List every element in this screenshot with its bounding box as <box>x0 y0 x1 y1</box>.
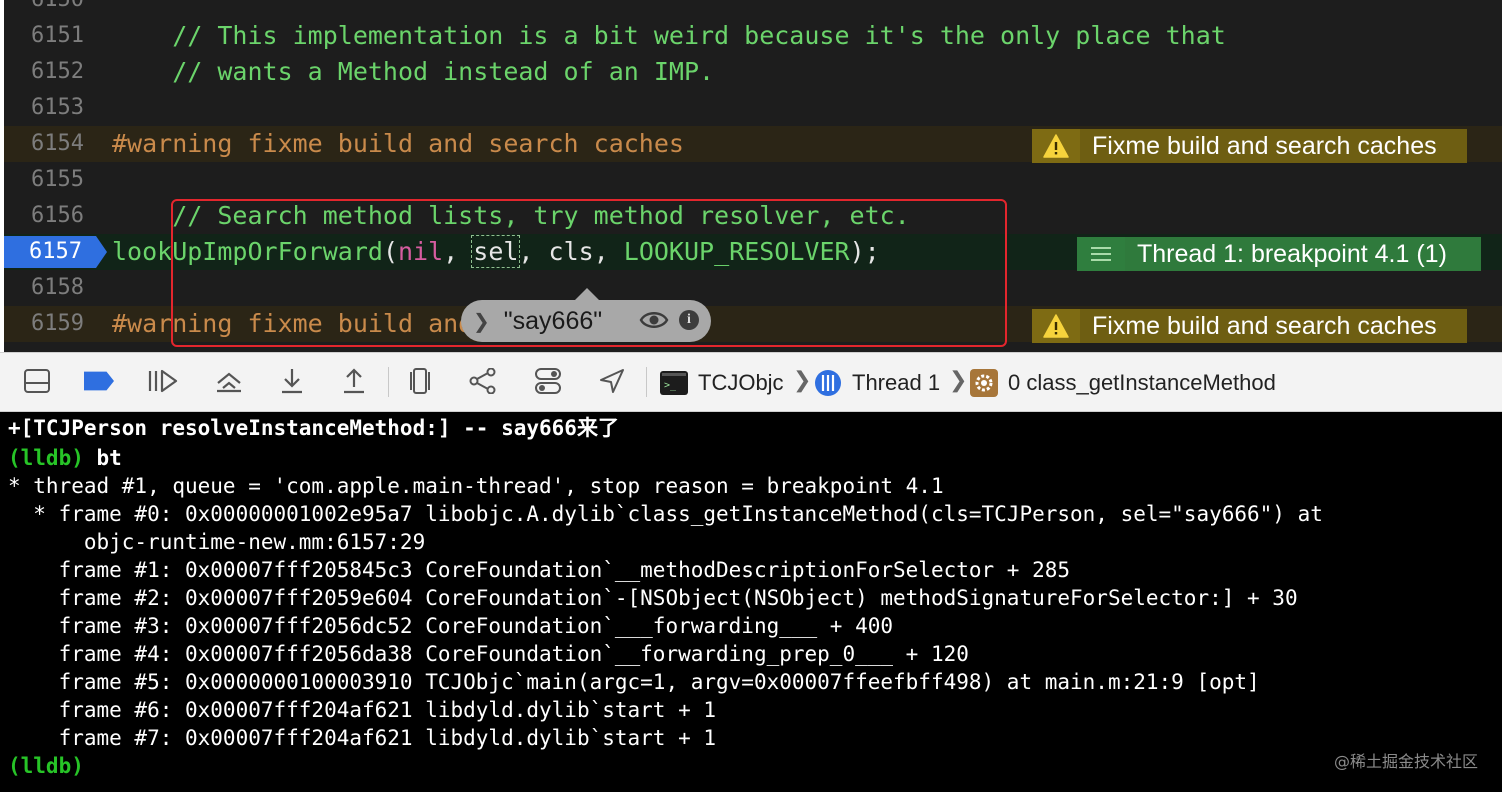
line-number: 6152 <box>31 59 84 84</box>
warning-icon <box>1032 129 1080 163</box>
thread-annotation-text: Thread 1: breakpoint 4.1 (1) <box>1125 237 1481 271</box>
disclosure-chevron-icon[interactable]: ❯ <box>473 309 490 333</box>
code-line[interactable]: 6151 // This implementation is a bit wei… <box>4 18 1502 54</box>
warning-annotation[interactable]: Fixme build and search caches <box>1032 129 1467 163</box>
toolbar-separator <box>388 367 389 397</box>
warning-annotation-text: Fixme build and search caches <box>1080 129 1467 163</box>
hamburger-icon <box>1077 237 1125 271</box>
warning-annotation[interactable]: Fixme build and search caches <box>1032 309 1467 343</box>
warning-directive: #warning fixme build and search caches <box>112 129 684 158</box>
eye-icon[interactable] <box>639 308 669 336</box>
gear-icon <box>970 369 998 397</box>
lldb-prompt[interactable]: (lldb) <box>8 752 84 780</box>
continue-icon[interactable] <box>148 366 178 396</box>
popover-value: "say666" <box>503 306 603 335</box>
chevron-right-icon: ❯ <box>793 368 812 393</box>
variable-value-popover[interactable]: ❯ "say666" i <box>461 288 711 342</box>
console-output-line: frame #3: 0x00007fff2056dc52 CoreFoundat… <box>8 614 894 638</box>
console-output-line: frame #5: 0x0000000100003910 TCJObjc`mai… <box>8 670 1260 694</box>
terminal-icon: >_ <box>660 371 688 395</box>
console-output-line: objc-runtime-new.mm:6157:29 <box>8 530 426 554</box>
memory-graph-icon[interactable] <box>468 366 498 396</box>
breadcrumb-thread[interactable]: Thread 1 <box>814 353 940 413</box>
lldb-console[interactable]: +[TCJPerson resolveInstanceMethod:] -- s… <box>0 412 1502 792</box>
chevron-right-icon: ❯ <box>949 368 968 393</box>
simulate-location-icon[interactable] <box>597 366 627 396</box>
line-number: 6158 <box>31 275 84 300</box>
code-line[interactable]: 6153 <box>4 90 1502 126</box>
console-output-line: * frame #0: 0x00000001002e95a7 libobjc.A… <box>8 502 1323 526</box>
console-output-line: * thread #1, queue = 'com.apple.main-thr… <box>8 474 944 498</box>
line-number: 6150 <box>4 0 84 18</box>
line-number: 6156 <box>31 203 84 228</box>
breadcrumb-frame[interactable]: 0 class_getInstanceMethod <box>970 353 1276 413</box>
step-out-icon[interactable] <box>339 366 369 396</box>
console-output-line: frame #2: 0x00007fff2059e604 CoreFoundat… <box>8 586 1298 610</box>
thread-annotation[interactable]: Thread 1: breakpoint 4.1 (1) <box>1077 237 1481 271</box>
lldb-prompt: (lldb) <box>8 446 84 470</box>
breadcrumb-label: TCJObjc <box>698 370 784 395</box>
console-output-line: frame #4: 0x00007fff2056da38 CoreFoundat… <box>8 642 969 666</box>
console-output-line: +[TCJPerson resolveInstanceMethod:] -- s… <box>8 416 619 440</box>
line-number: 6154 <box>31 131 84 156</box>
code-line[interactable]: 6152 // wants a Method instead of an IMP… <box>4 54 1502 90</box>
step-over-icon[interactable] <box>214 366 244 396</box>
console-output-line: frame #7: 0x00007fff204af621 libdyld.dyl… <box>8 726 717 750</box>
console-command-line: (lldb) bt <box>8 444 122 472</box>
line-number: 6151 <box>31 23 84 48</box>
source-editor[interactable]: 6150 6151 // This implementation is a bi… <box>0 0 1502 352</box>
code-line[interactable]: 6150 <box>4 0 1502 18</box>
breadcrumb-process[interactable]: >_ TCJObjc <box>660 353 784 413</box>
line-number: 6157 <box>29 239 82 264</box>
environment-overrides-icon[interactable] <box>533 366 563 396</box>
step-into-icon[interactable] <box>277 366 307 396</box>
svg-text:>_: >_ <box>664 380 677 391</box>
info-icon[interactable]: i <box>679 310 699 330</box>
hide-debug-area-button[interactable] <box>22 366 52 396</box>
debug-bar: >_ TCJObjc ❯ Thread 1 ❯ 0 class_getInsta… <box>0 352 1502 412</box>
toolbar-separator <box>646 367 647 397</box>
thread-icon <box>814 369 842 397</box>
warning-icon <box>1032 309 1080 343</box>
line-number: 6155 <box>31 167 84 192</box>
code-comment: // wants a Method instead of an IMP. <box>112 57 715 86</box>
console-command: bt <box>96 446 122 470</box>
line-number: 6153 <box>31 95 84 120</box>
code-comment: // This implementation is a bit weird be… <box>112 21 1226 50</box>
breakpoints-toggle-icon[interactable] <box>84 366 114 396</box>
warning-annotation-text: Fixme build and search caches <box>1080 309 1467 343</box>
breakpoint-marker[interactable]: 6157 <box>4 236 108 268</box>
console-output-line: frame #1: 0x00007fff205845c3 CoreFoundat… <box>8 558 1071 582</box>
console-output-line: frame #6: 0x00007fff204af621 libdyld.dyl… <box>8 698 717 722</box>
view-hierarchy-icon[interactable] <box>405 366 435 396</box>
code-line[interactable]: 6155 <box>4 162 1502 198</box>
breadcrumb-label: Thread 1 <box>852 370 941 395</box>
line-number: 6159 <box>31 311 84 336</box>
breadcrumb-label: 0 class_getInstanceMethod <box>1008 370 1276 395</box>
watermark: @稀土掘金技术社区 <box>1333 752 1478 771</box>
